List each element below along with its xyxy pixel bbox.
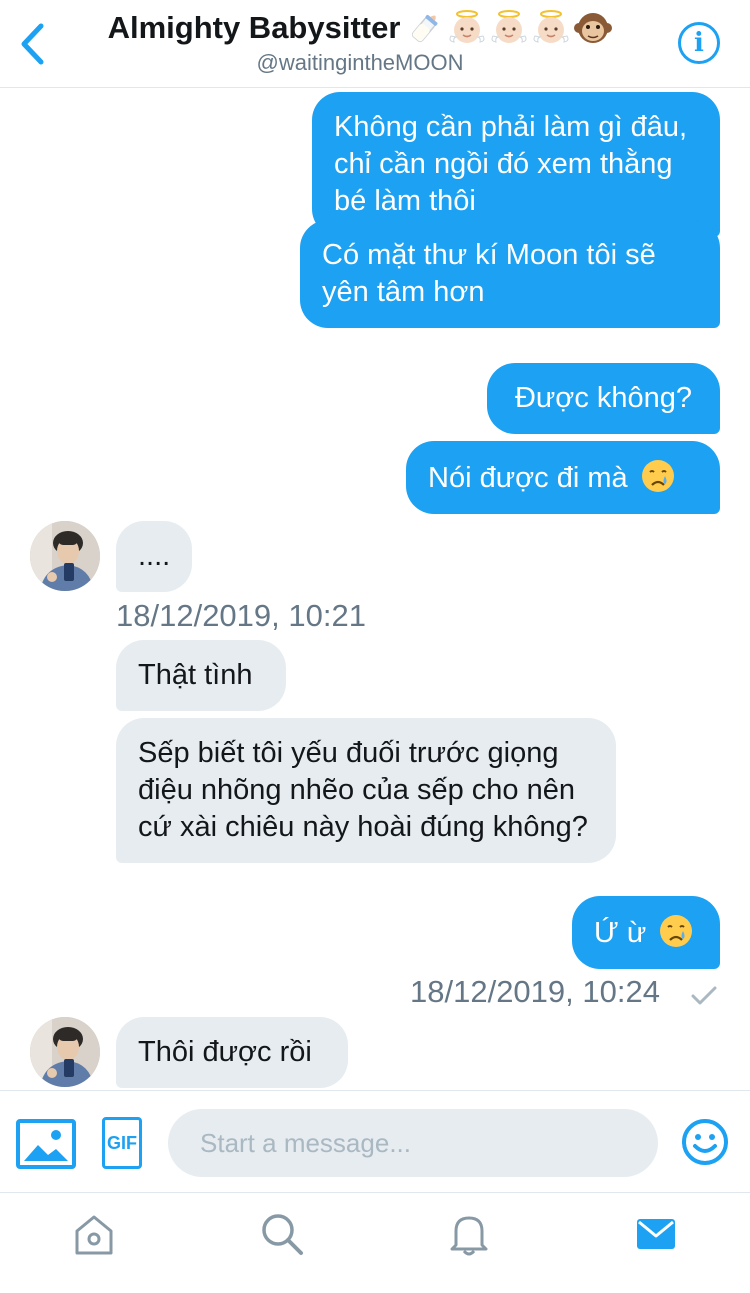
avatar-photo	[30, 521, 100, 591]
message-timestamp: 18/12/2019, 10:21	[116, 598, 366, 633]
conversation-title-block[interactable]: Almighty Babysitter @waitingintheMOON	[60, 8, 660, 76]
message-text: ....	[138, 540, 171, 572]
message-text: Sếp biết tôi yếu đuối trước giọng điệu n…	[138, 737, 588, 843]
conversation-title: Almighty Babysitter	[107, 10, 401, 45]
gif-button[interactable]: GIF	[102, 1117, 142, 1169]
conversation-handle: @waitingintheMOON	[256, 50, 464, 75]
smiley-icon	[682, 1119, 728, 1165]
search-icon	[262, 1214, 303, 1255]
message-bubble-incoming[interactable]: Thôi được rồi	[116, 1017, 348, 1088]
message-composer: GIF	[0, 1090, 750, 1192]
baby-angel-emoji	[533, 10, 569, 43]
message-bubble-outgoing[interactable]: Ứ ừ	[572, 896, 720, 969]
notifications-icon	[450, 1216, 488, 1256]
baby-angel-emoji	[449, 10, 485, 43]
monkey-face-emoji	[574, 13, 613, 43]
media-button[interactable]	[16, 1119, 76, 1169]
image-icon	[16, 1119, 76, 1169]
message-timestamp: 18/12/2019, 10:24	[410, 974, 660, 1009]
back-button[interactable]	[14, 20, 50, 68]
messages-icon	[637, 1219, 675, 1249]
baby-angel-emoji	[491, 10, 527, 43]
tab-home[interactable]	[69, 1209, 119, 1259]
message-bubble-incoming[interactable]: Thật tình	[116, 640, 286, 711]
message-bubble-outgoing[interactable]: Nói được đi mà	[406, 441, 720, 514]
message-text: Nói được đi mà	[428, 462, 628, 494]
message-text: Không cần phải làm gì đâu, chỉ cần ngồi …	[334, 111, 688, 217]
message-text: Thật tình	[138, 659, 253, 691]
baby-bottle-emoji	[412, 14, 438, 43]
message-bubble-outgoing[interactable]: Không cần phải làm gì đâu, chỉ cần ngồi …	[312, 92, 720, 237]
sent-check-icon	[691, 986, 717, 1005]
message-text: Được không?	[514, 382, 693, 414]
message-bubble-incoming[interactable]: Sếp biết tôi yếu đuối trước giọng điệu n…	[116, 718, 616, 863]
bottom-tab-bar	[0, 1192, 750, 1293]
message-bubble-outgoing[interactable]: Có mặt thư kí Moon tôi sẽ yên tâm hơn	[300, 220, 720, 328]
avatar[interactable]	[30, 1017, 100, 1087]
message-text: Ứ ừ	[594, 917, 647, 949]
avatar-photo	[30, 1017, 100, 1087]
conversation-header: Almighty Babysitter @waitingintheMOON i	[0, 0, 750, 88]
gif-label: GIF	[107, 1132, 137, 1153]
message-list[interactable]: Không cần phải làm gì đâu, chỉ cần ngồi …	[0, 89, 750, 1088]
tab-search[interactable]	[257, 1209, 307, 1259]
tab-notifications[interactable]	[444, 1209, 494, 1259]
chevron-left-icon	[21, 23, 44, 65]
message-bubble-outgoing[interactable]: Được không?	[487, 363, 720, 434]
message-text: Thôi được rồi	[138, 1036, 312, 1068]
crying-face-emoji	[660, 915, 693, 947]
tab-messages[interactable]	[631, 1209, 681, 1259]
info-icon: i	[694, 28, 704, 58]
emoji-button[interactable]	[680, 1117, 730, 1167]
message-input[interactable]	[168, 1109, 658, 1177]
home-icon	[75, 1215, 113, 1255]
avatar[interactable]	[30, 521, 100, 591]
info-button[interactable]: i	[678, 22, 720, 64]
message-bubble-incoming[interactable]: ....	[116, 521, 192, 592]
crying-face-emoji	[641, 460, 674, 492]
message-text: Có mặt thư kí Moon tôi sẽ yên tâm hơn	[322, 239, 656, 308]
